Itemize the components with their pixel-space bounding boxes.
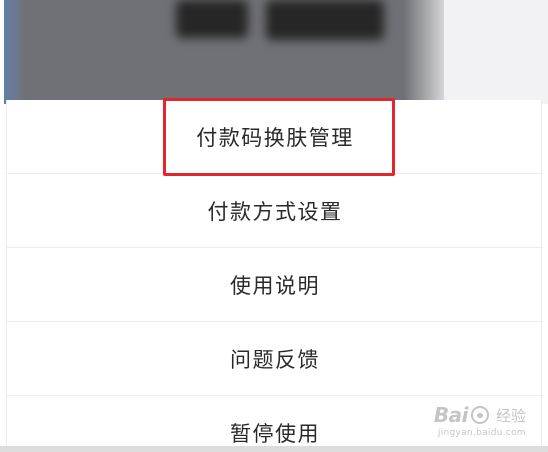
bottom-edge	[0, 446, 548, 452]
menu-item-label: 付款方式设置	[207, 199, 343, 224]
action-sheet: 付款码换肤管理 付款方式设置 使用说明 问题反馈 暂停使用	[6, 98, 543, 452]
blurred-text-block	[176, 0, 248, 38]
paw-icon	[470, 406, 489, 424]
screen: 付款码换肤管理 付款方式设置 使用说明 问题反馈 暂停使用 Bai 经验 jin…	[0, 0, 548, 452]
watermark-brand-suffix: 经验	[495, 406, 526, 425]
watermark-logo: Bai 经验	[434, 403, 526, 427]
menu-item-label: 暂停使用	[230, 422, 320, 446]
background-edge	[4, 0, 24, 104]
watermark-brand-prefix: Bai	[433, 403, 469, 427]
menu-item-label: 问题反馈	[230, 347, 320, 372]
menu-item-skin-management[interactable]: 付款码换肤管理	[7, 100, 543, 174]
menu-item-label: 使用说明	[230, 273, 320, 298]
background-fill	[444, 0, 548, 104]
menu-item-instructions[interactable]: 使用说明	[7, 248, 543, 322]
menu-item-label: 付款码换肤管理	[196, 125, 354, 150]
menu-item-feedback[interactable]: 问题反馈	[7, 322, 543, 396]
watermark-url: jingyan.baidu.com	[437, 428, 526, 438]
menu-item-payment-method-settings[interactable]: 付款方式设置	[7, 174, 543, 248]
blurred-background	[4, 0, 444, 104]
background-fade	[404, 0, 444, 104]
blurred-text-block	[266, 0, 384, 40]
baidu-jingyan-watermark: Bai 经验 jingyan.baidu.com	[434, 403, 526, 438]
